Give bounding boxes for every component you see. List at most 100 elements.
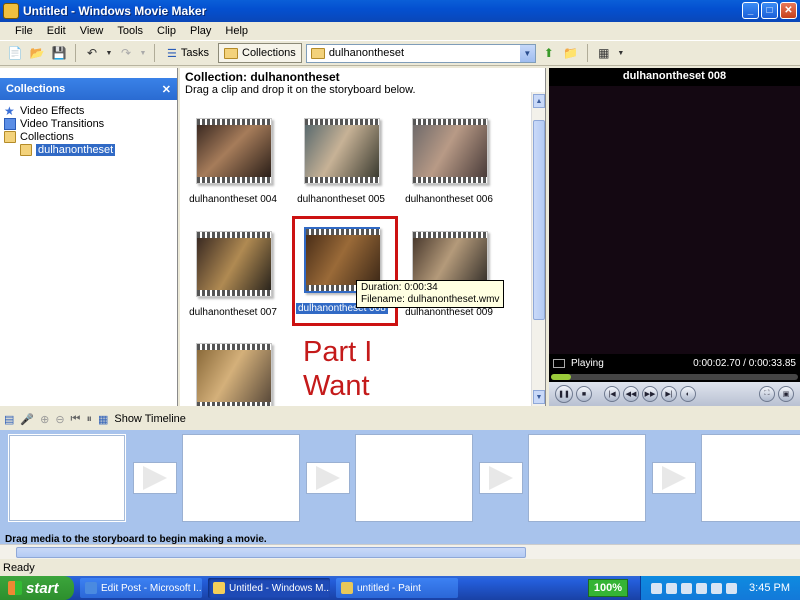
transition-slot[interactable] [652,462,696,494]
monitor-title: dulhanontheset 008 [622,70,727,82]
tasks-button[interactable]: ☰ Tasks [162,43,214,63]
storyboard-scroll-thumb[interactable] [16,547,526,558]
annotation-text: Part I Want [303,335,372,403]
clip-thumbnail[interactable]: dulhanontheset 004 [188,118,278,205]
menu-play[interactable]: Play [183,25,218,37]
tree-item-video-effects[interactable]: ★ Video Effects [4,104,177,117]
fullscreen-button[interactable]: ⛶ [759,386,775,402]
tray-icon[interactable] [666,582,678,594]
next-frame-button[interactable]: ▶| [661,386,677,402]
zoom-in-icon[interactable]: ⊕ [40,413,49,426]
storyboard-icon[interactable]: ▤ [4,413,14,426]
storyboard-slot[interactable] [8,434,126,522]
tooltip-filename: Filename: dulhanontheset.wmv [361,294,500,305]
menu-edit[interactable]: Edit [40,25,73,37]
tooltip-duration: Duration: 0:00:34 [361,282,438,293]
redo-icon[interactable]: ↷ [117,44,135,62]
storyboard-scrollbar[interactable] [0,544,800,559]
play-storyboard-icon[interactable]: ⏸ [86,413,92,426]
undo-dropdown-icon[interactable]: ▼ [105,44,113,62]
scroll-down-icon[interactable]: ▼ [533,390,545,404]
storyboard[interactable]: Drag media to the storyboard to begin ma… [0,430,800,544]
clip-thumbnail[interactable] [188,343,278,406]
tree-item-video-transitions[interactable]: Video Transitions [4,117,177,130]
take-picture-button[interactable]: ▣ [778,386,794,402]
tray-icon[interactable] [681,582,693,594]
collection-title: Collection: dulhanontheset [185,70,340,84]
tray-icon[interactable] [726,582,738,594]
tray-icon[interactable] [651,582,663,594]
close-button[interactable]: ✕ [780,2,797,19]
clip-tooltip: Duration: 0:00:34 Filename: dulhanonthes… [356,280,505,308]
transition-slot[interactable] [306,462,350,494]
storyboard-slot[interactable] [701,434,800,522]
pause-button[interactable]: ❚❚ [555,385,573,403]
chevron-down-icon[interactable]: ▼ [519,44,535,62]
transition-slot[interactable] [479,462,523,494]
tray-icon[interactable] [711,582,723,594]
menu-bar: File Edit View Tools Clip Play Help [0,22,800,40]
split-button[interactable]: ◐ [680,386,696,402]
menu-tools[interactable]: Tools [110,25,150,37]
window-title: Untitled - Windows Movie Maker [23,4,207,18]
open-project-icon[interactable]: 📂 [28,44,46,62]
tray-icon[interactable] [696,582,708,594]
menu-view[interactable]: View [73,25,111,37]
tree-item-dulhanontheset[interactable]: dulhanontheset [4,143,177,156]
storyboard-slot[interactable] [355,434,473,522]
fast-forward-button[interactable]: ▶▶ [642,386,658,402]
collection-scrollbar[interactable]: ▲ ▼ [531,92,545,406]
annotation-line: Want [303,370,370,402]
seek-bar[interactable] [551,374,798,380]
start-button[interactable]: start [0,576,74,600]
folder-icon [20,143,32,156]
monitor-time: 0:00:02.70 / 0:00:33.85 [693,357,796,369]
star-icon: ★ [4,103,15,118]
collection-folder-icon [310,47,325,59]
previous-frame-button[interactable]: |◀ [604,386,620,402]
clip-thumbnail[interactable]: dulhanontheset 005 [296,118,386,205]
menu-file[interactable]: File [8,25,40,37]
transition-slot[interactable] [133,462,177,494]
taskbar-item-edit-post[interactable]: Edit Post - Microsoft I... [80,578,202,598]
scroll-up-icon[interactable]: ▲ [533,94,545,108]
tree-item-collections[interactable]: Collections [4,130,177,143]
undo-icon[interactable]: ↶ [83,44,101,62]
taskbar-item-paint[interactable]: untitled - Paint [336,578,458,598]
menu-clip[interactable]: Clip [150,25,183,37]
storyboard-toolbar: ▤ 🎤 ⊕ ⊖ ⏮ ⏸ ▦ Show Timeline [0,408,800,430]
views-icon[interactable]: ▦ [595,44,613,62]
new-project-icon[interactable]: 📄 [6,44,24,62]
taskbar-item-movie-maker[interactable]: Untitled - Windows M... [208,578,330,598]
monitor-status-text: Playing [571,357,604,369]
storyboard-slot[interactable] [528,434,646,522]
stop-button[interactable]: ■ [576,386,592,402]
rewind-storyboard-icon[interactable]: ⏮ [71,413,81,426]
clip-thumbnail[interactable]: dulhanontheset 006 [404,118,494,205]
narrate-icon[interactable]: 🎤 [20,413,34,426]
views-dropdown-icon[interactable]: ▼ [617,44,625,62]
maximize-button[interactable]: □ [761,2,778,19]
new-collection-folder-icon[interactable]: 📁 [562,44,580,62]
clip-thumbnail[interactable]: dulhanontheset 007 [188,231,278,318]
collection-select[interactable]: dulhanontheset ▼ [305,43,536,63]
collections-button[interactable]: Collections [218,43,302,63]
monitor-status: Playing 0:00:02.70 / 0:00:33.85 [549,354,800,372]
collections-folder-icon [224,47,238,59]
scroll-thumb[interactable] [533,120,545,320]
minimize-button[interactable]: _ [742,2,759,19]
clock: 3:45 PM [749,582,790,594]
zoom-out-icon[interactable]: ⊖ [55,413,64,426]
taskbar-item-label: untitled - Paint [357,582,421,594]
storyboard-slot[interactable] [182,434,300,522]
menu-help[interactable]: Help [218,25,255,37]
up-one-level-icon[interactable]: ⬆ [540,44,558,62]
clip-caption: dulhanontheset 004 [189,194,277,205]
rewind-button[interactable]: ◀◀ [623,386,639,402]
close-pane-icon[interactable]: ✕ [162,83,171,96]
show-timeline-button[interactable]: Show Timeline [114,413,186,425]
timeline-icon: ▦ [97,413,109,426]
save-project-icon[interactable]: 💾 [50,44,68,62]
zoom-indicator: 100% [588,579,628,597]
redo-dropdown-icon[interactable]: ▼ [139,44,147,62]
